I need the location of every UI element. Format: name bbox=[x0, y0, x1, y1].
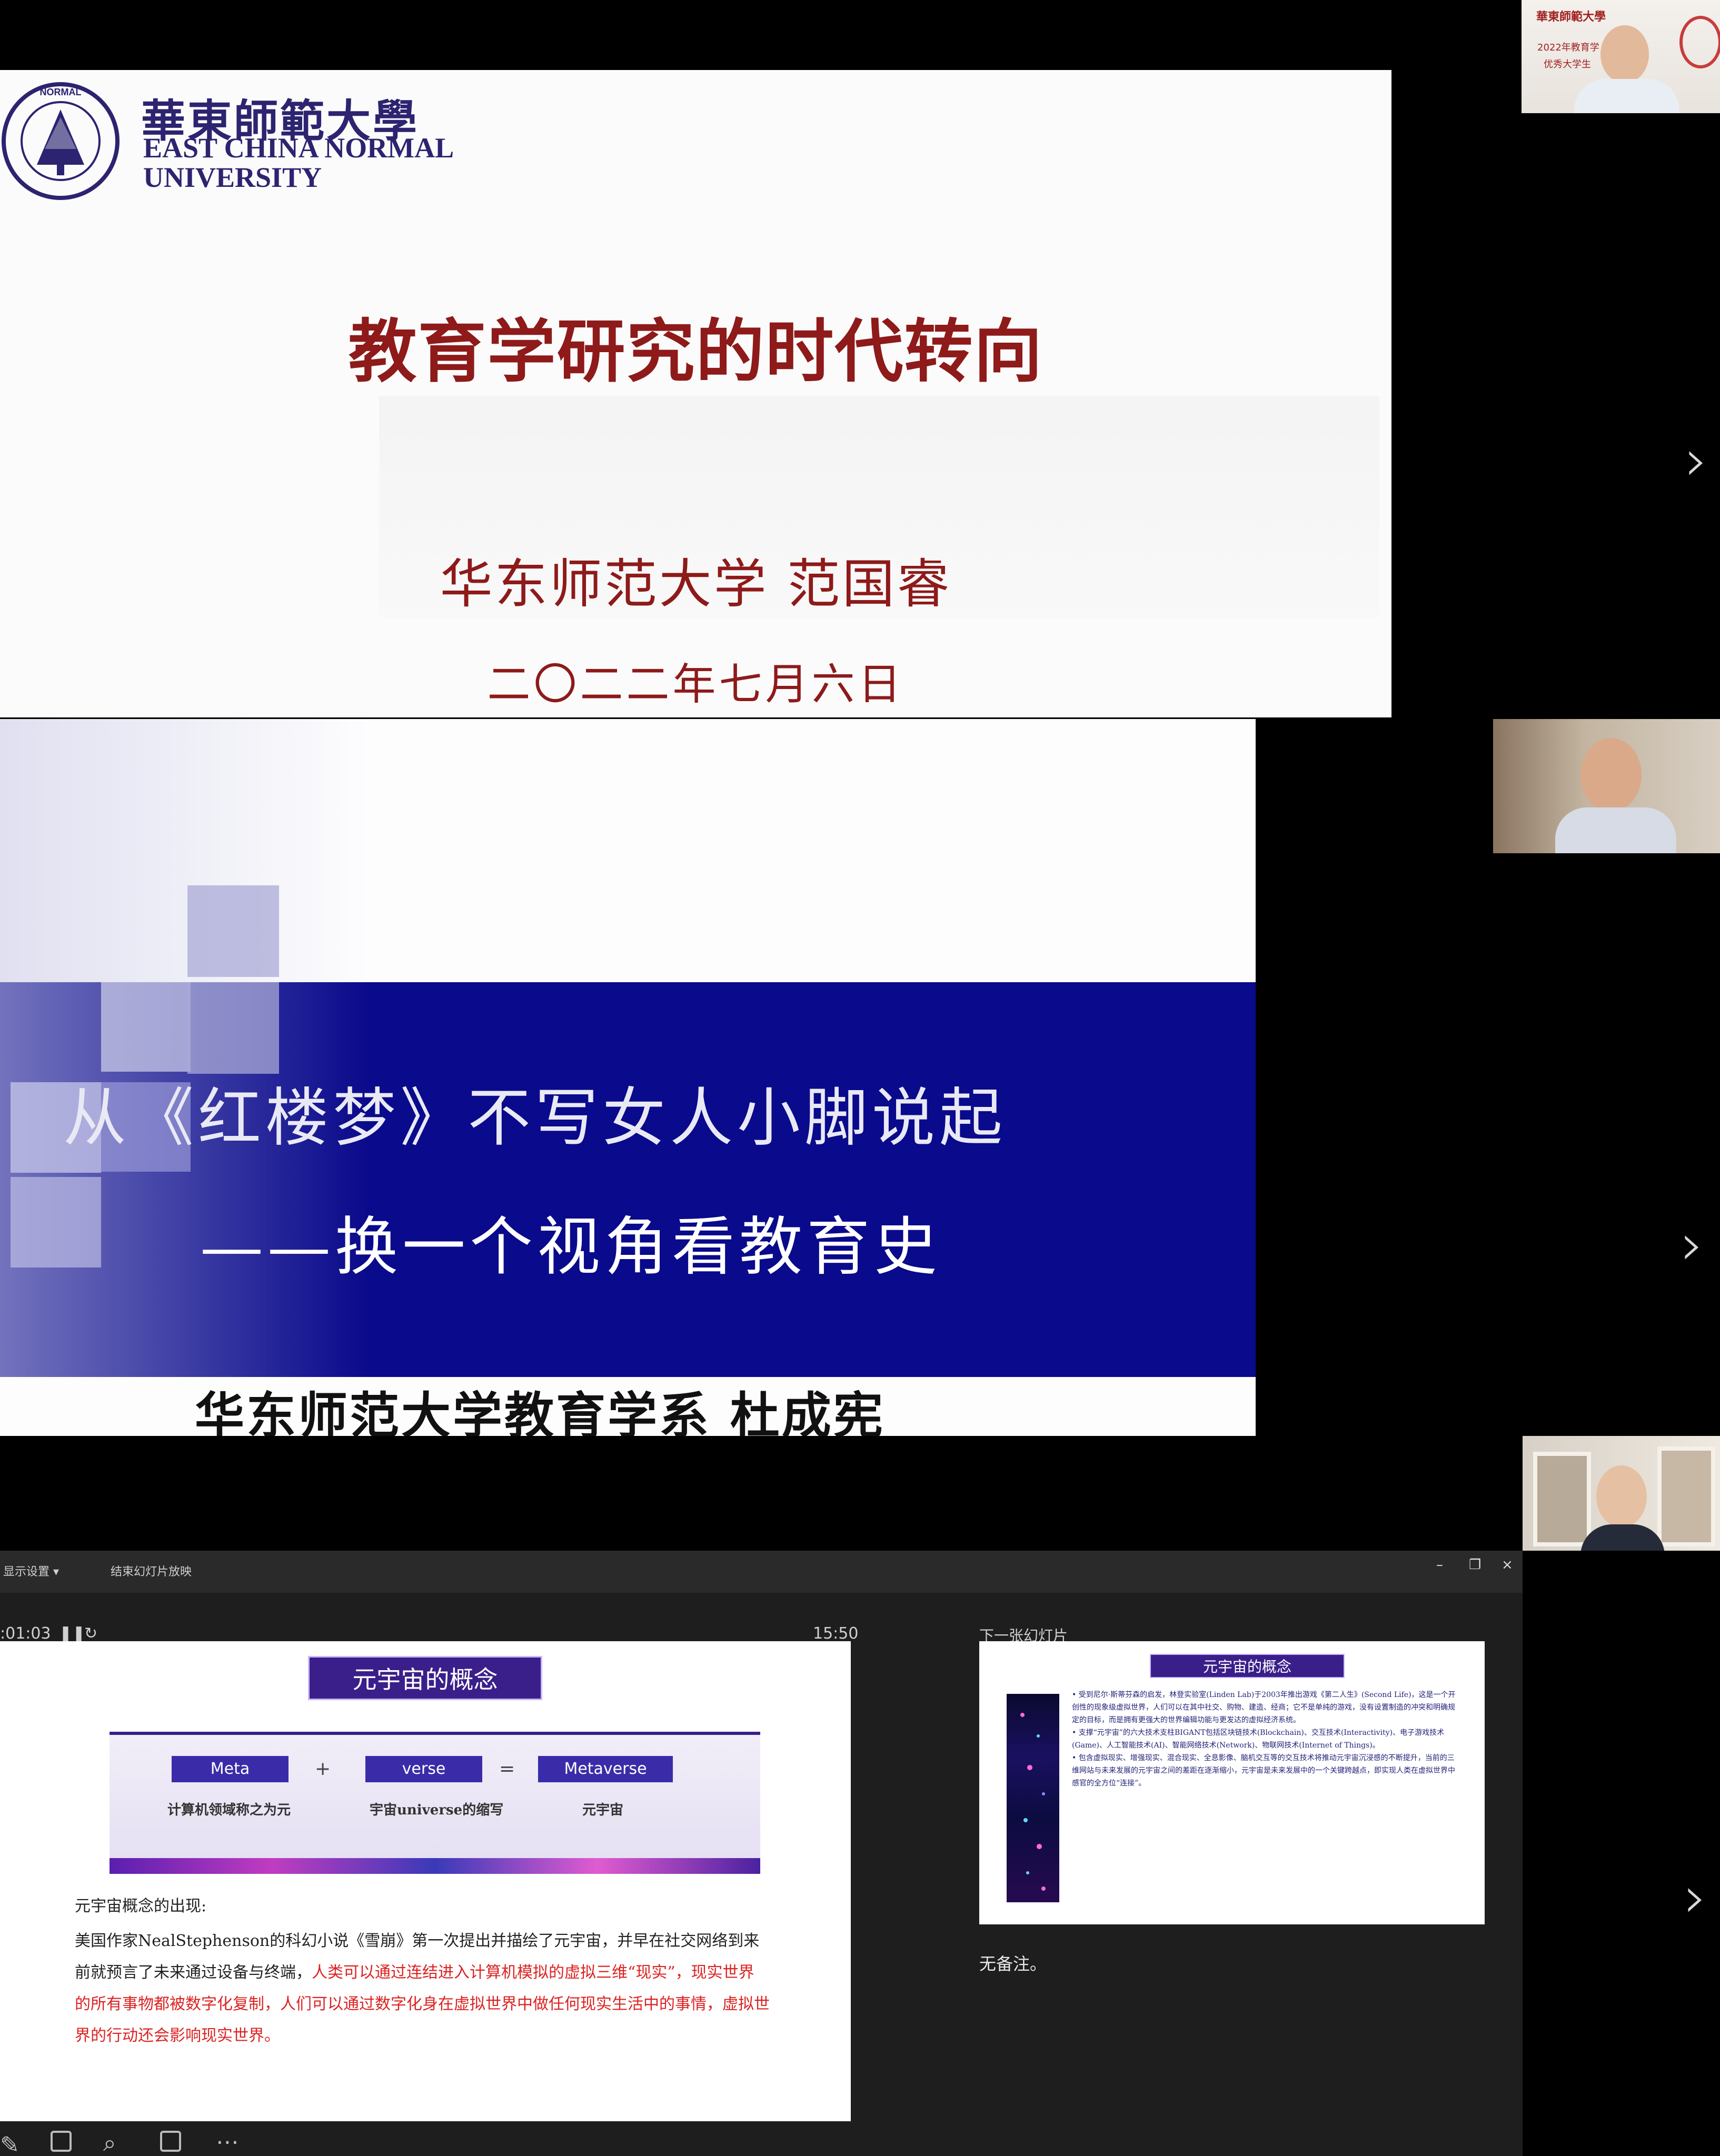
video-tile-participant-2[interactable] bbox=[1493, 719, 1720, 853]
avatar bbox=[1580, 738, 1642, 812]
metaverse-image-strip bbox=[110, 1858, 760, 1874]
next-slide-preview[interactable]: 元宇宙的概念 • 受到尼尔·斯蒂芬森的启发，林登实验室(Linden Lab)于… bbox=[979, 1641, 1485, 1924]
plus-sign: + bbox=[315, 1758, 331, 1780]
meta-pill: Meta bbox=[172, 1756, 289, 1782]
slide-title: 元宇宙的概念 bbox=[1150, 1654, 1345, 1678]
particle-art bbox=[1020, 1713, 1046, 1891]
bullet: • 包含虚拟现实、增强现实、混合现实、全息影像、脑机交互等的交互技术将推动元宇宙… bbox=[1072, 1754, 1455, 1788]
banner-text: 优秀大学生 bbox=[1544, 59, 1591, 70]
video-tile-participant-3[interactable] bbox=[1523, 1436, 1720, 1551]
slide-author: 华东师范大学 范国睿 bbox=[440, 553, 952, 615]
emblem bbox=[1679, 16, 1720, 68]
pause-icon[interactable]: ❚❚ bbox=[59, 1624, 85, 1643]
subtitle-icon[interactable] bbox=[160, 2131, 181, 2152]
next-slide-text: • 受到尼尔·斯蒂芬森的启发，林登实验室(Linden Lab)于2003年推出… bbox=[1072, 1689, 1461, 1790]
metaverse-image bbox=[1007, 1694, 1059, 1902]
slide-title: 元宇宙的概念 bbox=[308, 1656, 542, 1700]
clock: 15:50 bbox=[813, 1624, 859, 1643]
current-slide: 元宇宙的概念 Meta + verse = Metaverse 计算机领域称之为… bbox=[0, 1641, 851, 2121]
presenter-toolbar bbox=[0, 1551, 1523, 1593]
deco-square bbox=[187, 982, 279, 1074]
slide-date: 二〇二二年七月六日 bbox=[487, 660, 904, 710]
body-text: 美国作家NealStephenson的科幻小说《雪崩》第一次提出并描绘了元宇宙，… bbox=[75, 1925, 770, 2052]
restore-icon[interactable]: ❐ bbox=[1469, 1557, 1481, 1573]
slide-subtitle: ——换一个视角看教育史 bbox=[200, 1211, 941, 1284]
ecnu-english-name: EAST CHINA NORMAL UNIVERSITY bbox=[143, 133, 454, 192]
verse-caption: 宇宙universe的缩写 bbox=[370, 1802, 504, 1818]
ecnu-english-line1: EAST CHINA NORMAL bbox=[143, 132, 454, 164]
avatar-body bbox=[1555, 807, 1676, 853]
slide-author: 华东师范大学教育学系 杜成宪 bbox=[195, 1387, 885, 1436]
slides-grid-icon[interactable] bbox=[51, 2131, 72, 2152]
ecnu-seal-logo: NORMAL bbox=[2, 82, 120, 200]
metaverse-pill: Metaverse bbox=[538, 1756, 673, 1782]
svg-text:NORMAL: NORMAL bbox=[40, 87, 82, 97]
slide-title: 从《红楼梦》不写女人小脚说起 bbox=[63, 1082, 1007, 1155]
bookshelf bbox=[1657, 1446, 1715, 1546]
pen-icon[interactable]: ✎ bbox=[0, 2132, 19, 2156]
bullet: • 支撑“元宇宙”的六大技术支柱BIGANT包括区块链技术(Blockchain… bbox=[1072, 1729, 1445, 1750]
ecnu-english-line2: UNIVERSITY bbox=[143, 162, 322, 193]
close-icon[interactable]: × bbox=[1502, 1557, 1513, 1573]
presenter-view: 显示设置 ▾ 结束幻灯片放映 – ❐ × :01:03 ❚❚ ↻ 15:50 元… bbox=[0, 1551, 1523, 2156]
speaker-notes: 无备注。 bbox=[979, 1954, 1047, 1974]
avatar bbox=[1596, 1465, 1647, 1528]
banner-text: 2022年教育学 bbox=[1537, 42, 1599, 53]
avatar-body bbox=[1574, 79, 1679, 113]
bookshelf bbox=[1533, 1452, 1591, 1546]
meta-caption: 计算机领域称之为元 bbox=[167, 1802, 291, 1818]
verse-pill: verse bbox=[365, 1756, 482, 1782]
banner-text: 華東師範大學 bbox=[1536, 11, 1606, 24]
bullet: • 受到尼尔·斯蒂芬森的启发，林登实验室(Linden Lab)于2003年推出… bbox=[1072, 1691, 1456, 1724]
chevron-right-icon[interactable]: › bbox=[1685, 426, 1708, 494]
avatar-body bbox=[1580, 1524, 1665, 1551]
deco-square bbox=[101, 982, 191, 1072]
metaverse-caption: 元宇宙 bbox=[582, 1802, 624, 1818]
display-settings-button[interactable]: 显示设置 ▾ bbox=[3, 1562, 59, 1579]
chevron-right-icon[interactable]: › bbox=[1684, 1863, 1707, 1931]
title-slide-hongloumeng: 从《红楼梦》不写女人小脚说起 ——换一个视角看教育史 华东师范大学教育学系 杜成… bbox=[0, 719, 1256, 1436]
video-tile-participant-1[interactable]: 華東師範大學 2022年教育学 优秀大学生 bbox=[1522, 0, 1720, 113]
avatar bbox=[1600, 25, 1649, 83]
body-heading: 元宇宙概念的出现: bbox=[75, 1897, 207, 1915]
restart-icon[interactable]: ↻ bbox=[84, 1624, 97, 1643]
more-icon[interactable]: ⋯ bbox=[216, 2129, 239, 2155]
slide-title: 教育学研究的时代转向 bbox=[348, 312, 1043, 392]
equals-sign: = bbox=[499, 1758, 515, 1780]
minimize-icon[interactable]: – bbox=[1436, 1557, 1443, 1573]
elapsed-timer: :01:03 bbox=[0, 1624, 51, 1643]
title-slide-ecnu: NORMAL 華東師範大學 EAST CHINA NORMAL UNIVERSI… bbox=[0, 70, 1391, 717]
search-icon[interactable]: ⌕ bbox=[103, 2130, 116, 2156]
chevron-right-icon[interactable]: › bbox=[1681, 1211, 1704, 1278]
deco-square bbox=[187, 885, 279, 977]
deco-square bbox=[11, 1177, 101, 1267]
end-slideshow-button[interactable]: 结束幻灯片放映 bbox=[111, 1562, 192, 1579]
